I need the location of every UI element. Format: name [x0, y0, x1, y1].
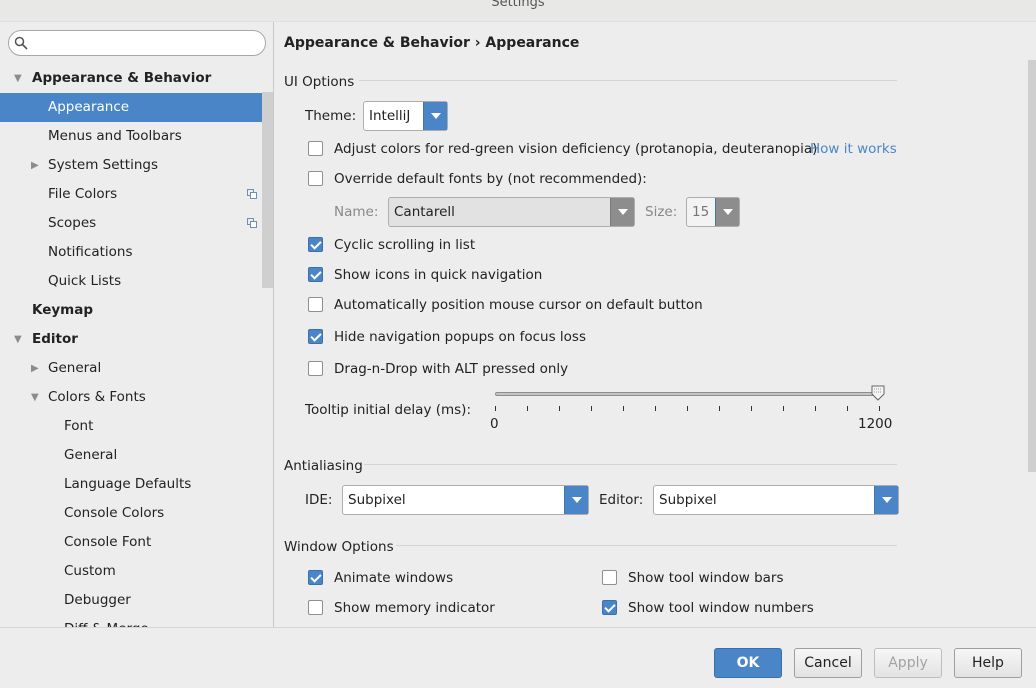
sidebar-item-font[interactable]: Font	[0, 412, 273, 441]
sidebar-item-system-settings[interactable]: ▶ System Settings	[0, 151, 273, 180]
chevron-down-icon[interactable]: ▼	[31, 383, 41, 412]
font-size-label: Size:	[645, 204, 678, 220]
sidebar-scrollbar[interactable]	[262, 92, 273, 288]
sidebar-item-console-font[interactable]: Console Font	[0, 528, 273, 557]
search-icon	[14, 36, 28, 50]
editor-label: Editor:	[599, 492, 644, 508]
chevron-down-icon[interactable]	[610, 198, 634, 226]
sidebar-item-notifications[interactable]: Notifications	[0, 238, 273, 267]
sidebar-item-quick-lists[interactable]: Quick Lists	[0, 267, 273, 296]
sidebar-item-menus-toolbars[interactable]: Menus and Toolbars	[0, 122, 273, 151]
slider-tick	[495, 406, 496, 411]
hide-popups-checkbox[interactable]	[308, 329, 323, 344]
how-it-works-link[interactable]: How it works	[810, 139, 897, 159]
slider-min-label: 0	[490, 416, 499, 432]
breadcrumb: Appearance & Behavior › Appearance	[284, 35, 580, 51]
tooltip-delay-slider[interactable]	[495, 392, 879, 396]
animate-windows-checkbox[interactable]	[308, 570, 323, 585]
window-title: Settings	[0, 0, 1036, 22]
tool-window-bars-checkbox[interactable]	[602, 570, 617, 585]
chevron-right-icon[interactable]: ▶	[31, 354, 41, 383]
slider-tick	[719, 406, 720, 411]
adjust-colors-checkbox[interactable]	[308, 141, 323, 156]
slider-tick	[815, 406, 816, 411]
sidebar-item-editor-general[interactable]: ▶ General	[0, 354, 273, 383]
slider-tick	[879, 406, 880, 411]
sidebar-item-colors-fonts[interactable]: ▼ Colors & Fonts	[0, 383, 273, 412]
sidebar-item-language-defaults[interactable]: Language Defaults	[0, 470, 273, 499]
ok-button[interactable]: OK	[714, 648, 782, 678]
sidebar-item-appearance[interactable]: Appearance	[0, 93, 273, 122]
drag-drop-checkbox[interactable]	[308, 361, 323, 376]
slider-tick	[559, 406, 560, 411]
chevron-right-icon[interactable]: ▶	[31, 151, 41, 180]
memory-indicator-checkbox[interactable]	[308, 600, 323, 615]
main-panel: Appearance & Behavior › Appearance UI Op…	[274, 22, 1036, 627]
window-options-title: Window Options	[284, 539, 394, 555]
divider	[364, 464, 897, 465]
ui-options-title: UI Options	[284, 74, 355, 90]
editor-antialiasing-select[interactable]: Subpixel	[653, 485, 899, 515]
chevron-down-icon[interactable]	[715, 198, 739, 226]
divider	[396, 545, 897, 546]
sidebar-item-keymap[interactable]: Keymap	[0, 296, 273, 325]
slider-tick	[783, 406, 784, 411]
chevron-down-icon[interactable]	[423, 102, 447, 130]
sidebar-item-custom[interactable]: Custom	[0, 557, 273, 586]
tooltip-delay-label: Tooltip initial delay (ms):	[305, 402, 471, 418]
tool-window-numbers-checkbox[interactable]	[602, 600, 617, 615]
chevron-down-icon[interactable]: ▼	[14, 64, 24, 93]
sidebar-item-scopes[interactable]: Scopes	[0, 209, 273, 238]
dialog-footer: OK Cancel Apply Help	[0, 627, 1036, 688]
theme-label: Theme:	[305, 108, 357, 124]
override-fonts-checkbox[interactable]	[308, 171, 323, 186]
font-size-select[interactable]: 15	[686, 197, 740, 227]
copy-icon	[247, 189, 257, 199]
sidebar: ▼ Appearance & Behavior Appearance Menus…	[0, 22, 274, 627]
apply-button[interactable]: Apply	[874, 648, 942, 678]
slider-tick	[847, 406, 848, 411]
slider-tick	[591, 406, 592, 411]
show-icons-checkbox[interactable]	[308, 267, 323, 282]
help-button[interactable]: Help	[954, 648, 1022, 678]
sidebar-item-file-colors[interactable]: File Colors	[0, 180, 273, 209]
slider-tick	[655, 406, 656, 411]
slider-tick	[687, 406, 688, 411]
chevron-down-icon[interactable]	[874, 486, 898, 514]
search-input[interactable]	[8, 30, 266, 56]
ide-antialiasing-select[interactable]: Subpixel	[342, 485, 589, 515]
theme-select[interactable]: IntelliJ	[363, 101, 448, 131]
main-scrollbar[interactable]	[1028, 60, 1036, 472]
sidebar-item-console-colors[interactable]: Console Colors	[0, 499, 273, 528]
sidebar-item-debugger[interactable]: Debugger	[0, 586, 273, 615]
sidebar-item-cf-general[interactable]: General	[0, 441, 273, 470]
cyclic-scrolling-checkbox[interactable]	[308, 237, 323, 252]
font-name-select[interactable]: Cantarell	[388, 197, 635, 227]
slider-thumb[interactable]	[871, 385, 885, 401]
slider-tick	[527, 406, 528, 411]
sidebar-item-appearance-behavior[interactable]: ▼ Appearance & Behavior	[0, 64, 273, 93]
slider-max-label: 1200	[858, 416, 893, 432]
font-name-label: Name:	[334, 204, 379, 220]
antialiasing-title: Antialiasing	[284, 458, 363, 474]
ide-label: IDE:	[305, 492, 333, 508]
slider-tick	[751, 406, 752, 411]
divider	[359, 80, 897, 81]
copy-icon	[247, 218, 257, 228]
sidebar-item-editor[interactable]: ▼ Editor	[0, 325, 273, 354]
auto-position-checkbox[interactable]	[308, 297, 323, 312]
cancel-button[interactable]: Cancel	[794, 648, 862, 678]
chevron-down-icon[interactable]: ▼	[14, 325, 24, 354]
sidebar-item-diff-merge[interactable]: Diff & Merge	[0, 615, 273, 627]
slider-tick	[623, 406, 624, 411]
chevron-down-icon[interactable]	[564, 486, 588, 514]
